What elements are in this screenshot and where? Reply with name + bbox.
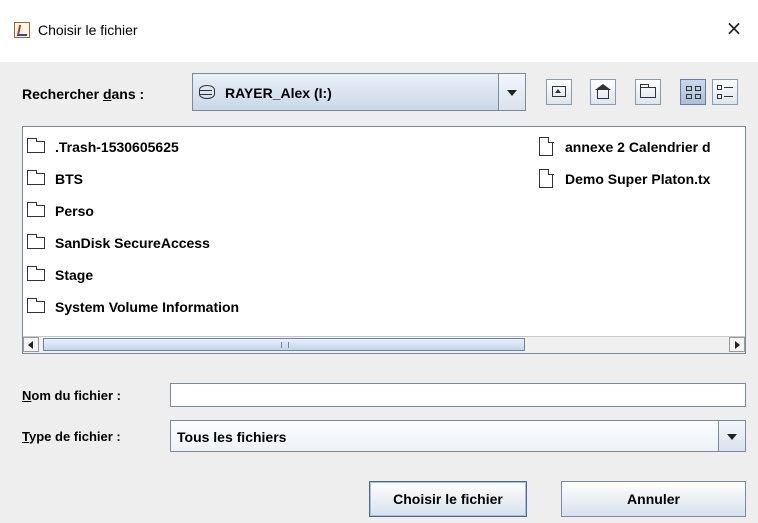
arrow-right-icon	[735, 341, 740, 349]
new-folder-button[interactable]	[635, 79, 661, 105]
list-view-button[interactable]	[680, 79, 706, 105]
folder-item[interactable]: Stage	[25, 264, 555, 286]
file-type-label: Type de fichier :	[22, 429, 121, 444]
dialog-content: Rechercher dans : RAYER_Alex (I:) .Trash…	[0, 62, 758, 523]
folder-item[interactable]: SanDisk SecureAccess	[25, 232, 555, 254]
drive-icon	[199, 85, 215, 99]
file-list[interactable]: .Trash-1530605625 BTS Perso SanDisk Secu…	[22, 126, 746, 354]
folder-item[interactable]: BTS	[25, 168, 555, 190]
look-in-combo[interactable]: RAYER_Alex (I:)	[192, 73, 526, 111]
folder-icon	[26, 170, 45, 185]
chevron-down-icon	[507, 90, 517, 96]
folder-item[interactable]: System Volume Information	[25, 296, 555, 318]
scroll-left-button[interactable]	[23, 337, 39, 352]
file-icon	[539, 168, 554, 188]
file-item[interactable]: Demo Super Platon.tx	[535, 168, 758, 190]
look-in-dropdown-button[interactable]	[498, 74, 525, 110]
folder-item[interactable]: Perso	[25, 200, 555, 222]
up-one-level-button[interactable]	[546, 79, 572, 105]
scrollbar-thumb[interactable]	[43, 338, 525, 351]
choose-file-button[interactable]: Choisir le fichier	[369, 481, 527, 517]
new-folder-icon	[640, 84, 656, 98]
details-view-button[interactable]	[712, 79, 738, 105]
grip-icon	[281, 342, 289, 348]
arrow-left-icon	[28, 341, 33, 349]
file-name-label: Nom du fichier :	[22, 388, 121, 403]
file-name-input[interactable]	[170, 383, 746, 407]
scroll-right-button[interactable]	[729, 337, 745, 352]
folder-icon	[26, 202, 45, 217]
file-type-dropdown-button[interactable]	[718, 421, 745, 451]
folder-icon	[26, 138, 45, 153]
file-type-combo[interactable]: Tous les fichiers	[170, 420, 746, 452]
horizontal-scrollbar[interactable]	[23, 336, 745, 353]
home-button[interactable]	[590, 79, 616, 105]
window-title: Choisir le fichier	[38, 22, 138, 38]
file-type-value: Tous les fichiers	[177, 429, 287, 445]
title-bar: Choisir le fichier ×	[0, 0, 758, 62]
close-button[interactable]: ×	[724, 18, 744, 38]
look-in-value: RAYER_Alex (I:)	[225, 85, 332, 101]
cancel-button[interactable]: Annuler	[561, 481, 746, 517]
folder-icon	[26, 266, 45, 281]
look-in-label: Rechercher dans :	[22, 86, 145, 102]
folder-item[interactable]: .Trash-1530605625	[25, 136, 555, 158]
chevron-down-icon	[727, 434, 737, 440]
folder-icon	[26, 298, 45, 313]
folder-icon	[26, 234, 45, 249]
java-cup-icon	[14, 22, 30, 38]
file-item[interactable]: annexe 2 Calendrier d	[535, 136, 758, 158]
file-icon	[539, 136, 554, 156]
up-folder-icon	[552, 86, 566, 97]
